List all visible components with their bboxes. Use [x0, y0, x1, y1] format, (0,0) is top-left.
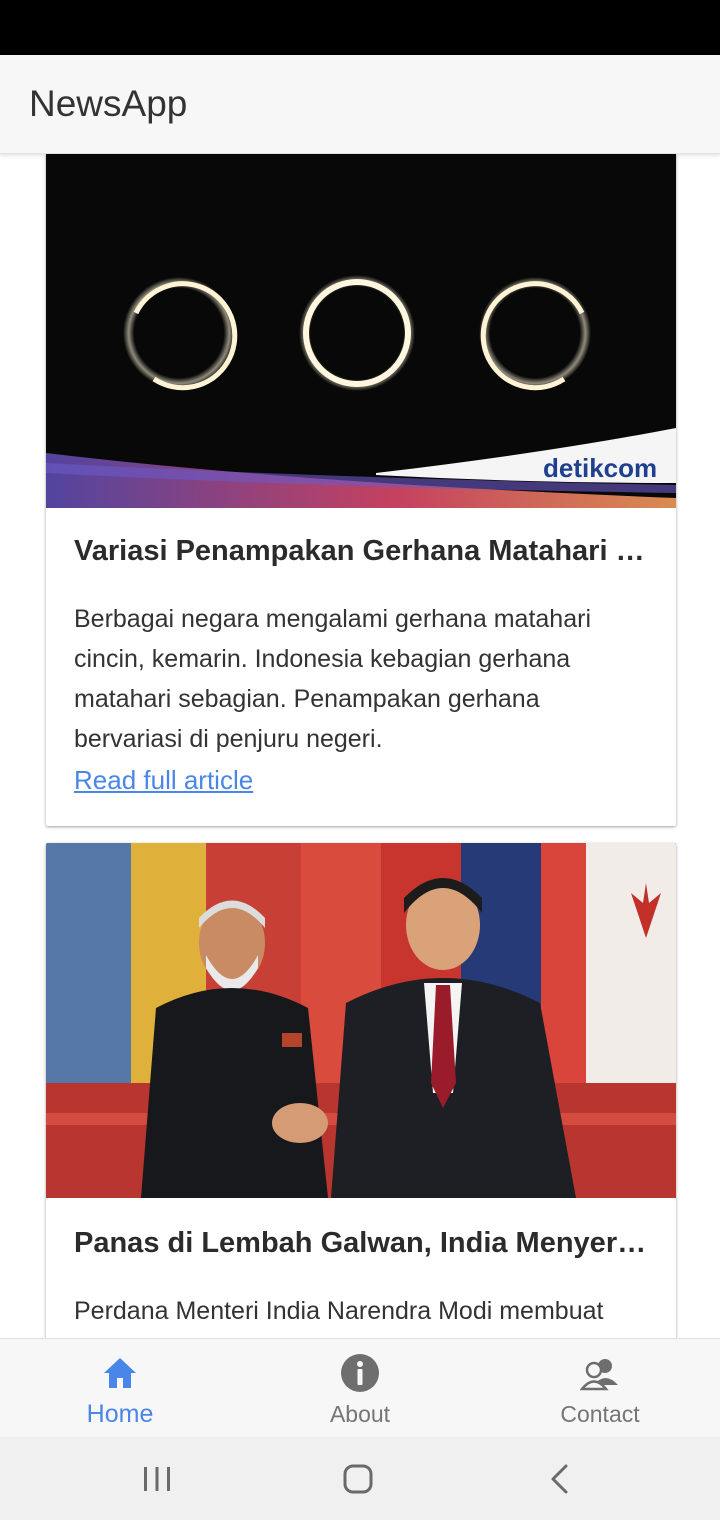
home-icon: [104, 1358, 136, 1388]
home-circle-icon[interactable]: [338, 1459, 378, 1499]
status-bar: [0, 0, 720, 55]
read-full-article-link[interactable]: Read full article: [74, 765, 253, 796]
leaders-handshake-image: [46, 843, 676, 1198]
bottom-navigation: Home About Contact: [0, 1338, 720, 1437]
nav-label-contact: Contact: [560, 1401, 640, 1427]
nav-tab-home[interactable]: Home: [0, 1339, 240, 1438]
article-title[interactable]: Variasi Penampakan Gerhana Matahari …: [74, 535, 648, 568]
nav-label-home: Home: [86, 1400, 154, 1428]
app-title: NewsApp: [29, 83, 188, 124]
nav-label-about: About: [329, 1401, 391, 1427]
solar-eclipse-image: detikcom: [46, 154, 676, 508]
article-description: Perdana Menteri India Narendra Modi memb…: [74, 1297, 604, 1325]
contacts-icon: [580, 1359, 618, 1391]
nav-tab-about[interactable]: About: [240, 1339, 480, 1438]
article-card[interactable]: detikcom Variasi Penampakan Gerhana Mata…: [46, 154, 676, 826]
app-bar: NewsApp: [0, 55, 720, 154]
article-description: Berbagai negara mengalami gerhana mataha…: [74, 605, 591, 753]
detikcom-watermark: detikcom: [543, 453, 658, 483]
recent-apps-icon[interactable]: [137, 1459, 177, 1499]
info-icon: [341, 1354, 379, 1392]
back-chevron-icon[interactable]: [540, 1459, 580, 1499]
nav-tab-contact[interactable]: Contact: [480, 1339, 720, 1438]
news-feed[interactable]: detikcom Variasi Penampakan Gerhana Mata…: [0, 154, 720, 1338]
system-navigation-bar: [0, 1437, 720, 1520]
article-card[interactable]: Panas di Lembah Galwan, India Menyera… P…: [46, 843, 676, 1338]
article-title[interactable]: Panas di Lembah Galwan, India Menyera…: [74, 1227, 648, 1260]
